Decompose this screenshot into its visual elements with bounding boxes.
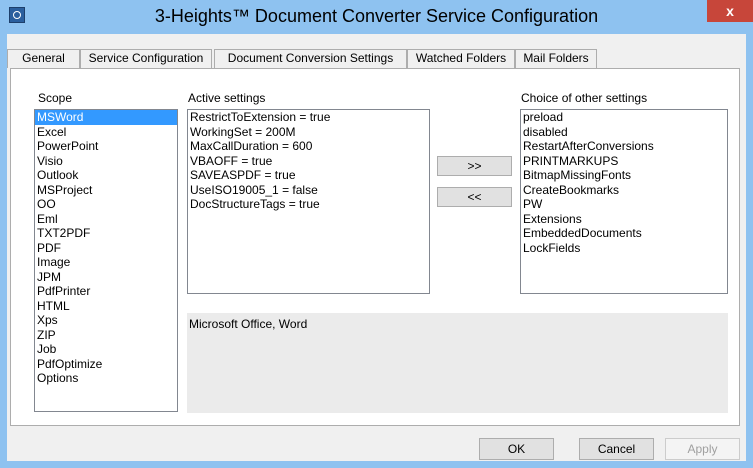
choice-settings-label: Choice of other settings — [521, 91, 648, 105]
active-setting-item[interactable]: MaxCallDuration = 600 — [188, 139, 429, 154]
choice-setting-item[interactable]: PW — [521, 197, 727, 212]
active-setting-item[interactable]: DocStructureTags = true — [188, 197, 429, 212]
active-setting-item[interactable]: WorkingSet = 200M — [188, 125, 429, 140]
scope-item[interactable]: Job — [35, 342, 177, 357]
scope-item[interactable]: MSWord — [35, 110, 177, 125]
choice-setting-item[interactable]: LockFields — [521, 241, 727, 256]
scope-item[interactable]: PDF — [35, 241, 177, 256]
remove-setting-button[interactable]: << — [437, 187, 512, 207]
active-settings-label: Active settings — [188, 91, 266, 105]
tab-general-label: General — [22, 51, 65, 65]
active-settings-listbox[interactable]: RestrictToExtension = true WorkingSet = 2… — [187, 109, 430, 294]
add-setting-button[interactable]: >> — [437, 156, 512, 176]
active-setting-item[interactable]: SAVEASPDF = true — [188, 168, 429, 183]
tab-service-configuration-label: Service Configuration — [88, 51, 204, 65]
scope-item[interactable]: Xps — [35, 313, 177, 328]
active-setting-item[interactable]: UseISO19005_1 = false — [188, 183, 429, 198]
choice-setting-item[interactable]: BitmapMissingFonts — [521, 168, 727, 183]
choice-setting-item[interactable]: PRINTMARKUPS — [521, 154, 727, 169]
scope-item[interactable]: Outlook — [35, 168, 177, 183]
scope-item[interactable]: OO — [35, 197, 177, 212]
scope-item[interactable]: PowerPoint — [35, 139, 177, 154]
tab-document-conversion-settings[interactable]: Document Conversion Settings — [214, 49, 407, 68]
tab-service-configuration[interactable]: Service Configuration — [80, 49, 212, 68]
tab-mail-folders[interactable]: Mail Folders — [515, 49, 597, 68]
tab-watched-folders-label: Watched Folders — [415, 51, 507, 65]
scope-item[interactable]: Visio — [35, 154, 177, 169]
choice-settings-listbox[interactable]: preload disabled RestartAfterConversions PR… — [520, 109, 728, 294]
tab-mail-folders-label: Mail Folders — [523, 51, 589, 65]
choice-setting-item[interactable]: RestartAfterConversions — [521, 139, 727, 154]
cancel-button[interactable]: Cancel — [579, 438, 654, 460]
scope-item[interactable]: Eml — [35, 212, 177, 227]
choice-setting-item[interactable]: disabled — [521, 125, 727, 140]
scope-item[interactable]: Image — [35, 255, 177, 270]
choice-setting-item[interactable]: Extensions — [521, 212, 727, 227]
scope-item[interactable]: HTML — [35, 299, 177, 314]
scope-item[interactable]: TXT2PDF — [35, 226, 177, 241]
active-setting-item[interactable]: VBAOFF = true — [188, 154, 429, 169]
setting-description: Microsoft Office, Word — [187, 313, 728, 413]
scope-item[interactable]: MSProject — [35, 183, 177, 198]
apply-button[interactable]: Apply — [665, 438, 740, 460]
choice-setting-item[interactable]: preload — [521, 110, 727, 125]
tab-watched-folders[interactable]: Watched Folders — [407, 49, 515, 68]
choice-setting-item[interactable]: CreateBookmarks — [521, 183, 727, 198]
conversion-settings-panel: Scope MSWord Excel PowerPoint Visio Outlook M… — [10, 68, 740, 426]
window-title: 3-Heights™ Document Converter Service Co… — [154, 6, 599, 26]
ok-button[interactable]: OK — [479, 438, 554, 460]
tab-general[interactable]: General — [7, 49, 80, 68]
scope-item[interactable]: PdfOptimize — [35, 357, 177, 372]
active-setting-item[interactable]: RestrictToExtension = true — [188, 110, 429, 125]
scope-label: Scope — [38, 91, 73, 105]
scope-item[interactable]: PdfPrinter — [35, 284, 177, 299]
dialog-client: General Service Configuration Document C… — [7, 34, 746, 461]
scope-item[interactable]: ZIP — [35, 328, 177, 343]
title-bar[interactable]: 3-Heights™ Document Converter Service Co… — [0, 0, 753, 32]
close-button[interactable]: x — [707, 0, 753, 22]
scope-listbox[interactable]: MSWord Excel PowerPoint Visio Outlook MSProje… — [34, 109, 178, 412]
scope-item[interactable]: Options — [35, 371, 177, 386]
scope-item[interactable]: Excel — [35, 125, 177, 140]
choice-setting-item[interactable]: EmbeddedDocuments — [521, 226, 727, 241]
scope-item[interactable]: JPM — [35, 270, 177, 285]
config-window: 3-Heights™ Document Converter Service Co… — [0, 0, 753, 468]
tab-document-conversion-settings-label: Document Conversion Settings — [227, 51, 394, 65]
